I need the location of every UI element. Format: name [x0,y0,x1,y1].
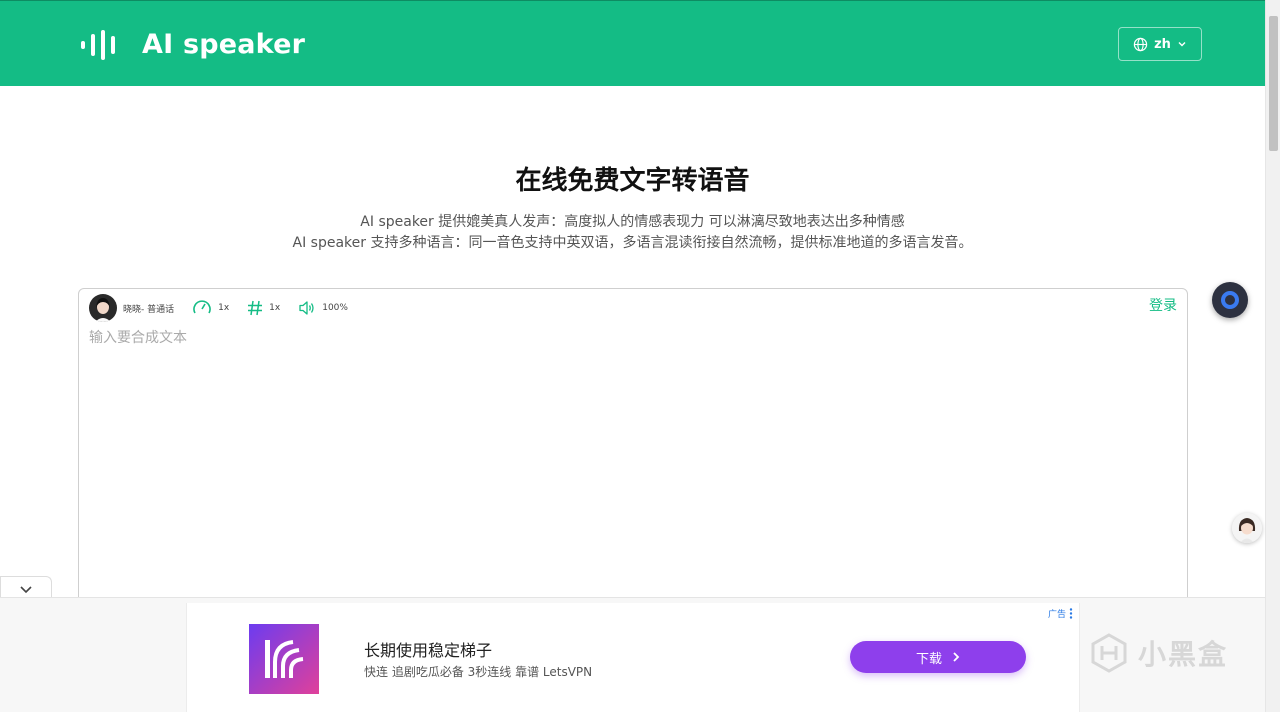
voice-name: 晓晓- 普通话 [123,304,175,315]
volume-value: 100% [322,303,348,313]
text-input[interactable] [89,327,1174,587]
speed-control[interactable]: 1x [192,298,229,318]
heybox-logo-icon [1091,633,1127,673]
scrollbar-thumb[interactable] [1269,16,1278,151]
page-subtitle: AI speaker 提供媲美真人发声：高度拟人的情感表现力 可以淋漓尽致地表达… [0,212,1265,254]
ad-title: 长期使用稳定梯子 [364,641,493,660]
girl-avatar-icon [1232,513,1262,543]
volume-icon [299,301,314,315]
language-selector[interactable]: zh [1118,27,1202,61]
pitch-value: 1x [269,303,281,313]
globe-icon [1133,37,1148,51]
ad-download-label: 下载 [915,651,942,667]
page: AI speaker zh 在线免费文字转语音 AI speaker 提供媲美真… [0,0,1280,712]
editor-toolbar: 晓晓- 普通话 1x 1x 100% [89,293,348,323]
chevron-down-icon [1178,42,1186,47]
sound-wave-icon [81,29,115,60]
ad-label-text: 广告 [1047,610,1066,620]
page-scrollbar[interactable] [1265,0,1280,712]
ad-content[interactable]: 广告 长期使用稳定梯子 快连 追剧吃瓜必备 3秒连线 靠谱 LetsVPN 下载 [186,603,1080,712]
ad-description: 快连 追剧吃瓜必备 3秒连线 靠谱 LetsVPN [364,665,593,679]
speedometer-icon [193,300,211,314]
login-link[interactable]: 登录 [1149,295,1177,315]
floating-avatar-button[interactable] [1232,513,1262,543]
hash-icon [248,300,263,316]
ad-download-button[interactable]: 下载 [850,641,1026,673]
tts-editor: 晓晓- 普通话 1x 1x 100% 登录 输入要合成文本 [78,288,1188,618]
ad-banner: 广告 长期使用稳定梯子 快连 追剧吃瓜必备 3秒连线 靠谱 LetsVPN 下载 [0,597,1265,712]
chevron-down-icon [20,585,32,593]
top-header: AI speaker zh [0,0,1265,86]
floating-assistant-button[interactable] [1212,282,1248,318]
letsvpn-logo [249,624,319,694]
ring-icon [1221,291,1239,309]
pitch-control[interactable]: 1x [247,300,280,316]
logo[interactable]: AI speaker [80,29,305,60]
more-vertical-icon [1069,608,1073,619]
page-title: 在线免费文字转语音 [515,166,750,196]
ad-label[interactable]: 广告 [1048,607,1073,620]
language-label: zh [1154,36,1171,52]
subtitle-line-1: AI speaker 提供媲美真人发声：高度拟人的情感表现力 可以淋漓尽致地表达… [360,214,905,230]
volume-control[interactable]: 100% [298,300,348,316]
speed-value: 1x [218,303,230,313]
voice-selector[interactable]: 晓晓- 普通话 [89,294,174,322]
chevron-right-icon [953,652,960,662]
watermark: 小黑盒 [1088,632,1228,674]
watermark-text: 小黑盒 [1138,638,1229,671]
voice-avatar [89,294,117,322]
subtitle-line-2: AI speaker 支持多种语言：同一音色支持中英双语，多语言混读衔接自然流畅… [292,235,973,251]
app-name: AI speaker [142,29,306,60]
